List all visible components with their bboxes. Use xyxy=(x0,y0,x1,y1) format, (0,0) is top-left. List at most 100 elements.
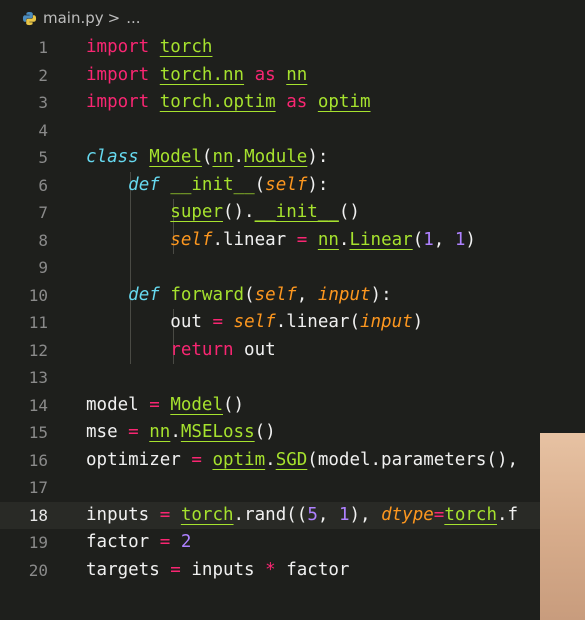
code-token: 1 xyxy=(423,229,434,250)
line-number[interactable]: 6 xyxy=(0,172,48,200)
line-number[interactable]: 7 xyxy=(0,199,48,227)
code-line[interactable]: 1 import torch xyxy=(0,34,585,62)
code-line[interactable]: 19 factor = 2 xyxy=(0,529,585,557)
line-number[interactable]: 13 xyxy=(0,364,48,392)
code-token: 2 xyxy=(180,532,192,552)
code-text[interactable]: import torch.optim as optim xyxy=(86,89,371,117)
code-line[interactable]: 3 import torch.optim as optim xyxy=(0,89,585,117)
code-line[interactable]: 10 def forward(self, input): xyxy=(0,281,585,310)
code-token: optim xyxy=(317,92,371,112)
code-text[interactable]: self.linear = nn.Linear(1, 1) xyxy=(86,227,476,255)
code-token: self xyxy=(265,174,308,195)
code-text[interactable]: super().__init__() xyxy=(86,199,360,227)
line-number[interactable]: 8 xyxy=(0,227,48,255)
code-text[interactable]: def forward(self, input): xyxy=(86,282,391,310)
code-line[interactable]: 16 optimizer = optim.SGD(model.parameters… xyxy=(0,447,585,475)
line-number[interactable]: 16 xyxy=(0,447,48,475)
code-text[interactable]: out = self.linear(input) xyxy=(86,309,423,337)
code-text[interactable]: class Model(nn.Module): xyxy=(86,144,328,172)
code-token: ( xyxy=(244,284,255,305)
code-text[interactable]: import torch.nn as nn xyxy=(86,62,307,90)
code-token: nn xyxy=(212,147,234,167)
breadcrumb-more[interactable]: ... xyxy=(126,9,140,27)
code-line[interactable]: 5 class Model(nn.Module): xyxy=(0,144,585,172)
line-number[interactable]: 9 xyxy=(0,254,48,282)
line-number[interactable]: 19 xyxy=(0,529,48,557)
code-token: = xyxy=(433,504,445,525)
line-number[interactable]: 3 xyxy=(0,89,48,117)
code-token: Model xyxy=(170,394,223,415)
code-line[interactable]: 14 model = Model() xyxy=(0,392,585,420)
code-token: input xyxy=(359,312,413,332)
code-token: torch.nn xyxy=(159,64,245,85)
code-token: self xyxy=(233,312,276,332)
line-number[interactable]: 2 xyxy=(0,62,48,90)
code-token: model xyxy=(86,394,150,415)
line-number[interactable]: 17 xyxy=(0,474,48,502)
code-line[interactable]: 12 return out xyxy=(0,336,585,365)
code-token: . xyxy=(338,229,350,250)
code-editor[interactable]: 1 import torch 2 import torch.nn as nn 3 impo… xyxy=(0,34,585,584)
line-number[interactable]: 14 xyxy=(0,392,48,420)
code-line[interactable]: 4 xyxy=(0,117,585,145)
code-line[interactable]: 20 targets = inputs * factor xyxy=(0,557,585,585)
code-token: def xyxy=(128,174,160,195)
code-token: ( xyxy=(201,147,213,167)
code-line[interactable]: 6 def __init__(self): xyxy=(0,171,585,200)
code-line[interactable]: 2 import torch.nn as nn xyxy=(0,62,585,90)
line-number[interactable]: 4 xyxy=(0,117,48,145)
code-line[interactable]: 15 mse = nn.MSELoss() xyxy=(0,419,585,447)
code-text[interactable]: mse = nn.MSELoss() xyxy=(86,419,276,447)
code-token: (model.parameters(), xyxy=(307,449,519,470)
line-number[interactable]: 10 xyxy=(0,282,48,310)
line-number[interactable]: 11 xyxy=(0,309,48,337)
code-token: (). xyxy=(222,202,255,222)
code-token: self xyxy=(170,229,213,250)
code-token: targets xyxy=(86,559,171,580)
code-text[interactable]: model = Model() xyxy=(86,392,244,420)
code-line[interactable]: 9 xyxy=(0,254,585,282)
code-text[interactable]: import torch xyxy=(86,34,212,62)
code-line[interactable]: 18 inputs = torch.rand((5, 1), dtype=torc… xyxy=(0,501,585,530)
line-number[interactable]: 15 xyxy=(0,419,48,447)
line-number[interactable]: 1 xyxy=(0,34,48,62)
code-text[interactable]: factor = 2 xyxy=(86,529,191,557)
code-token: factor xyxy=(86,532,160,552)
code-token: = xyxy=(128,422,139,442)
line-number[interactable]: 20 xyxy=(0,557,48,585)
code-token: , xyxy=(296,284,318,305)
code-line[interactable]: 13 xyxy=(0,364,585,392)
chevron-right-icon: > xyxy=(107,9,121,27)
code-token: 1 xyxy=(454,229,466,250)
code-line[interactable]: 7 super().__init__() xyxy=(0,199,585,227)
code-token: () xyxy=(254,422,276,442)
breadcrumb-file[interactable]: main.py xyxy=(43,9,104,27)
code-token: = xyxy=(191,449,202,470)
code-token: out xyxy=(86,312,213,332)
code-token: forward xyxy=(170,284,245,305)
line-number[interactable]: 5 xyxy=(0,144,48,172)
code-token: torch xyxy=(180,504,234,525)
code-token: . xyxy=(233,147,245,167)
code-text[interactable]: inputs = torch.rand((5, 1), dtype=torch.… xyxy=(86,502,518,530)
code-text[interactable]: def __init__(self): xyxy=(86,172,328,200)
code-text[interactable]: optimizer = optim.SGD(model.parameters()… xyxy=(86,447,518,475)
code-text[interactable]: return out xyxy=(86,337,276,365)
code-line[interactable]: 17 xyxy=(0,474,585,502)
code-text[interactable]: targets = inputs * factor xyxy=(86,557,349,585)
code-token: out xyxy=(233,339,276,360)
line-number[interactable]: 12 xyxy=(0,337,48,365)
code-line[interactable]: 11 out = self.linear(input) xyxy=(0,309,585,337)
line-number[interactable]: 18 xyxy=(0,502,48,530)
code-line[interactable]: 8 self.linear = nn.Linear(1, 1) xyxy=(0,226,585,255)
